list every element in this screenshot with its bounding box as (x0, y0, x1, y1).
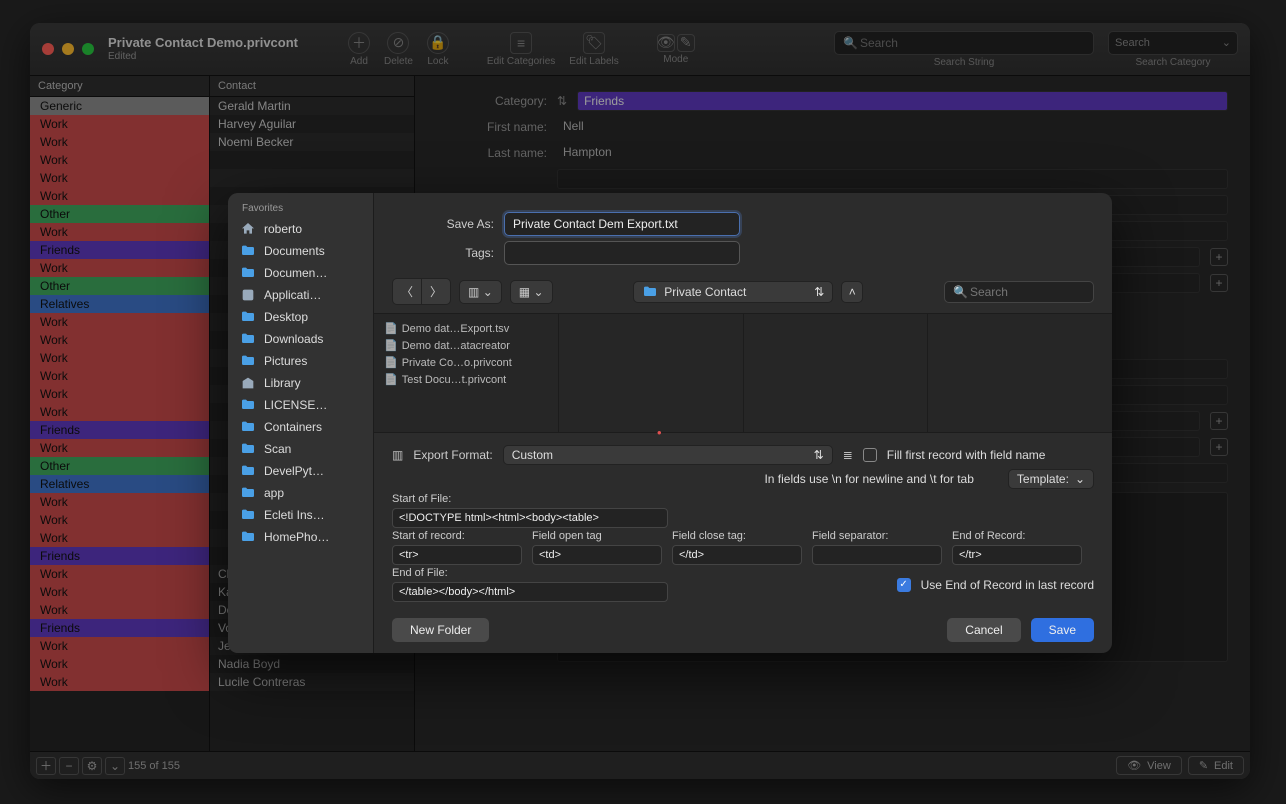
search-icon: 🔍 (953, 285, 968, 299)
use-end-checkbox[interactable]: ✓ (897, 578, 911, 592)
sidebar-item[interactable]: Documents (228, 240, 373, 262)
start-record-input[interactable] (392, 545, 522, 565)
sheet-search[interactable]: 🔍 (944, 281, 1094, 303)
export-options: • ▥ Export Format: Custom ⇅ ≣ Fill first… (374, 433, 1112, 608)
start-record-label: Start of record: (392, 530, 522, 542)
sidebar-item[interactable]: app (228, 482, 373, 504)
library-icon (240, 375, 256, 391)
folder-icon (240, 419, 256, 435)
save-button[interactable]: Save (1031, 618, 1094, 642)
document-icon: 📄 (384, 323, 398, 335)
back-button[interactable]: 〈 (393, 279, 421, 304)
end-file-input[interactable] (392, 582, 668, 602)
folder-icon (240, 243, 256, 259)
app-window: Private Contact Demo.privcont Edited ＋ A… (30, 23, 1250, 779)
sidebar-item[interactable]: Pictures (228, 350, 373, 372)
new-folder-button[interactable]: New Folder (392, 618, 489, 642)
end-file-label: End of File: (392, 567, 668, 579)
folder-icon (240, 353, 256, 369)
file-browser[interactable]: 📄Demo dat…Export.tsv📄Demo dat…atacreator… (374, 313, 1112, 433)
cancel-button[interactable]: Cancel (947, 618, 1020, 642)
tags-label: Tags: (414, 246, 494, 260)
home-icon (240, 221, 256, 237)
nav-back-forward[interactable]: 〈 〉 (392, 278, 451, 305)
save-nav: 〈 〉 ▥ ⌄ ▦ ⌄ Private Contact ⇅ ˄ 🔍 (374, 276, 1112, 313)
sheet-button-row: New Folder Cancel Save (374, 608, 1112, 653)
field-open-label: Field open tag (532, 530, 662, 542)
sidebar-item[interactable]: LICENSE… (228, 394, 373, 416)
use-end-label: Use End of Record in last record (921, 578, 1094, 592)
field-close-input[interactable] (672, 545, 802, 565)
hint-text: In fields use \n for newline and \t for … (764, 472, 973, 486)
columns-icon[interactable]: ▥ (392, 448, 403, 462)
document-icon: 📄 (384, 357, 398, 369)
document-icon: 📄 (384, 340, 398, 352)
export-format-label: Export Format: (413, 448, 492, 462)
folder-icon (240, 441, 256, 457)
view-columns-button[interactable]: ▥ ⌄ (459, 280, 502, 304)
chevron-updown-icon: ⇅ (814, 285, 824, 299)
chevron-updown-icon: ⇅ (814, 448, 824, 462)
folder-icon (240, 463, 256, 479)
folder-icon (240, 485, 256, 501)
app-icon (240, 287, 256, 303)
save-sheet: Favorites robertoDocumentsDocumen…Applic… (228, 193, 1112, 653)
end-record-label: End of Record: (952, 530, 1082, 542)
sidebar-item[interactable]: Desktop (228, 306, 373, 328)
folder-icon (240, 331, 256, 347)
modified-indicator-icon: • (657, 425, 662, 440)
folder-icon (240, 507, 256, 523)
sheet-search-input[interactable] (968, 284, 1112, 300)
sidebar-item[interactable]: Documen… (228, 262, 373, 284)
save-as-label: Save As: (414, 217, 494, 231)
sidebar-item[interactable]: Ecleti Ins… (228, 504, 373, 526)
save-as-input[interactable] (504, 212, 740, 236)
start-file-label: Start of File: (392, 493, 1094, 505)
folder-icon (240, 529, 256, 545)
field-sep-input[interactable] (812, 545, 942, 565)
file-item[interactable]: 📄Demo dat…Export.tsv (382, 320, 550, 337)
sidebar-item[interactable]: roberto (228, 218, 373, 240)
field-close-label: Field close tag: (672, 530, 802, 542)
location-select[interactable]: Private Contact ⇅ (633, 281, 833, 303)
folder-icon (240, 309, 256, 325)
end-record-input[interactable] (952, 545, 1082, 565)
field-open-input[interactable] (532, 545, 662, 565)
document-icon: 📄 (384, 374, 398, 386)
chevron-down-icon: ⌄ (1075, 472, 1085, 486)
collapse-button[interactable]: ˄ (841, 281, 863, 303)
list-icon[interactable]: ≣ (843, 448, 853, 462)
file-item[interactable]: 📄Private Co…o.privcont (382, 354, 550, 371)
export-format-select[interactable]: Custom ⇅ (503, 445, 833, 465)
template-select[interactable]: Template: ⌄ (1008, 469, 1094, 489)
sidebar-item[interactable]: HomePho… (228, 526, 373, 548)
save-sheet-main: Save As: Tags: 〈 〉 ▥ ⌄ ▦ ⌄ Privat (374, 193, 1112, 653)
file-item[interactable]: 📄Test Docu…t.privcont (382, 371, 550, 388)
sidebar-item[interactable]: Applicati… (228, 284, 373, 306)
folder-icon (240, 397, 256, 413)
sidebar-item[interactable]: Library (228, 372, 373, 394)
sidebar-item[interactable]: Downloads (228, 328, 373, 350)
fill-first-label: Fill first record with field name (887, 448, 1046, 462)
start-file-input[interactable] (392, 508, 668, 528)
favorites-header: Favorites (228, 201, 373, 218)
tags-input[interactable] (504, 241, 740, 265)
sidebar-item[interactable]: Scan (228, 438, 373, 460)
sidebar-item[interactable]: Containers (228, 416, 373, 438)
fill-first-checkbox[interactable] (863, 448, 877, 462)
view-grid-button[interactable]: ▦ ⌄ (510, 280, 553, 304)
folder-icon (240, 265, 256, 281)
field-sep-label: Field separator: (812, 530, 942, 542)
sidebar-item[interactable]: DevelPyt… (228, 460, 373, 482)
file-item[interactable]: 📄Demo dat…atacreator (382, 337, 550, 354)
save-sidebar: Favorites robertoDocumentsDocumen…Applic… (228, 193, 374, 653)
forward-button[interactable]: 〉 (421, 279, 450, 304)
